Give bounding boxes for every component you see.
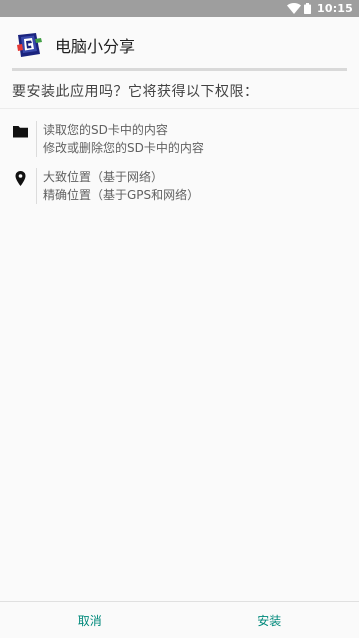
app-header: 电脑小分享 (0, 17, 359, 73)
permission-line: 大致位置（基于网络） (43, 170, 164, 184)
permission-line: 读取您的SD卡中的内容 (43, 123, 168, 137)
app-logo-icon (17, 33, 42, 57)
status-time: 10:15 (316, 2, 353, 15)
permission-line: 精确位置（基于GPS和网络） (43, 188, 200, 202)
battery-icon (303, 3, 311, 14)
bottom-button-bar: 取消 安装 (0, 601, 359, 638)
location-pin-icon (15, 171, 26, 186)
install-button[interactable]: 安装 (180, 602, 359, 638)
prompt-divider (0, 108, 359, 109)
cancel-button[interactable]: 取消 (0, 602, 180, 638)
permission-line: 修改或删除您的SD卡中的内容 (43, 141, 204, 155)
permission-divider (36, 121, 37, 157)
status-bar: 10:15 (0, 0, 359, 17)
install-prompt: 要安装此应用吗？它将获得以下权限： (12, 84, 259, 100)
app-title: 电脑小分享 (55, 37, 136, 56)
folder-icon (13, 126, 28, 138)
header-divider (12, 68, 347, 71)
permission-divider (36, 168, 37, 204)
wifi-icon (286, 3, 301, 14)
